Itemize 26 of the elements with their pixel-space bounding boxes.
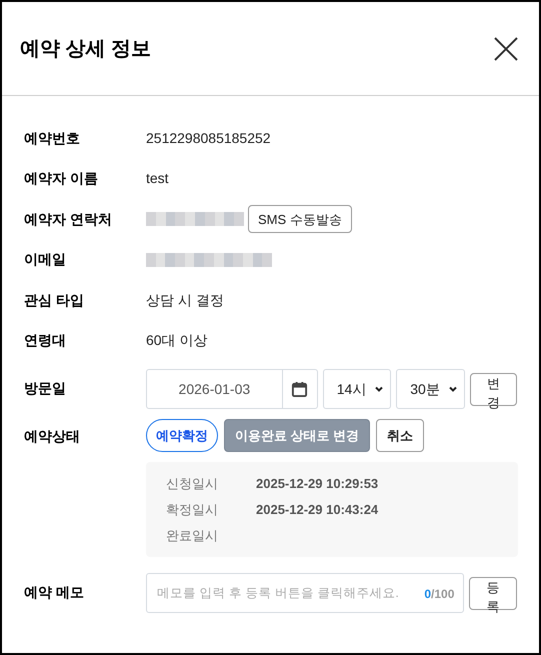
time-select[interactable]: 30분 bbox=[396, 369, 465, 409]
field-label: 이메일 bbox=[24, 250, 67, 270]
field-label: 예약번호 bbox=[24, 128, 81, 148]
field-value: test bbox=[146, 169, 169, 188]
history-label: 신청일시 bbox=[166, 474, 219, 493]
field-value: 상담 시 결정 bbox=[146, 290, 224, 310]
history-label: 완료일시 bbox=[166, 526, 219, 545]
field-value: 2512298085185252 bbox=[146, 128, 271, 148]
field-label: 연령대 bbox=[24, 331, 67, 350]
history-label: 확정일시 bbox=[166, 500, 219, 519]
field-label: 예약자 이름 bbox=[24, 169, 99, 188]
modal-title: 예약 상세 정보 bbox=[20, 36, 152, 62]
field-label: 예약상태 bbox=[24, 427, 81, 446]
field-value: 60대 이상 bbox=[146, 331, 208, 350]
date-field[interactable]: 2026-01-03 bbox=[146, 369, 318, 409]
field-label: 예약자 연락처 bbox=[24, 210, 113, 229]
field-label: 예약 메모 bbox=[24, 583, 85, 602]
cancel-button[interactable]: 취소 bbox=[376, 419, 424, 452]
history-value: 2025-12-29 10:29:53 bbox=[256, 474, 378, 493]
sms-button[interactable]: SMS 수동발송 bbox=[248, 205, 352, 234]
history-value: 2025-12-29 10:43:24 bbox=[256, 500, 378, 519]
field-label: 관심 타입 bbox=[24, 290, 85, 310]
char-counter: 0/100 bbox=[424, 586, 454, 603]
time-select[interactable]: 14시 bbox=[322, 369, 392, 409]
status-badge: 예약확정 bbox=[146, 419, 218, 452]
field-label: 방문일 bbox=[24, 379, 67, 398]
